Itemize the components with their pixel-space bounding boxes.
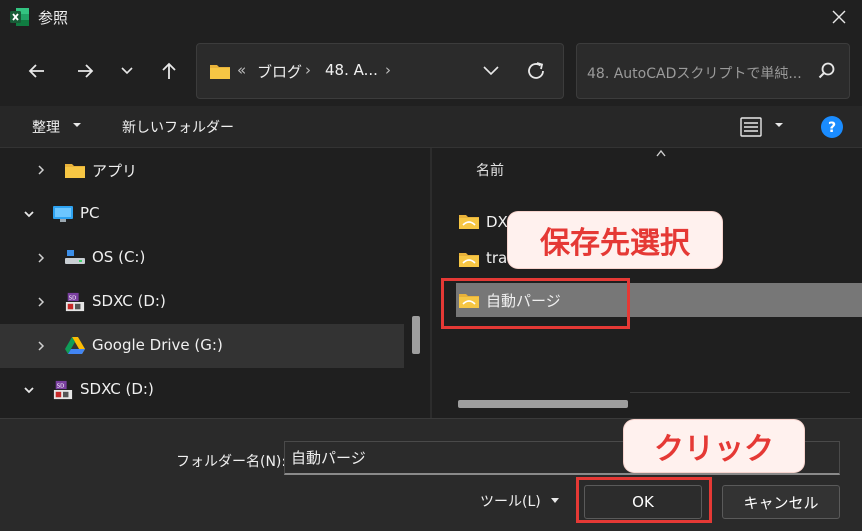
sidebar-item-sdxc-drive[interactable]: SD SDXC (D:) — [0, 280, 404, 324]
chevron-down-icon[interactable] — [479, 58, 503, 82]
search-box[interactable]: 48. AutoCADスクリプトで単純... — [576, 43, 850, 99]
ok-button[interactable]: OK — [584, 485, 702, 519]
folder-icon — [459, 253, 479, 267]
close-button[interactable] — [826, 4, 852, 30]
sort-ascending-icon — [656, 149, 666, 157]
address-segment-folder[interactable]: 48. A... — [325, 61, 378, 79]
chevron-down-icon[interactable] — [22, 383, 36, 397]
excel-icon — [10, 8, 29, 26]
navigation-bar: « ブログ › 48. A... › 48. AutoCADスクリプトで単純..… — [0, 34, 862, 106]
arrow-right-icon — [78, 64, 94, 78]
new-folder-button[interactable]: 新しいフォルダー — [122, 117, 234, 137]
file-list-pane[interactable]: 名前 DXF変換 tra 自動パージ — [432, 148, 862, 418]
chevron-right-icon[interactable] — [34, 339, 48, 353]
sidebar-item-google-drive[interactable]: Google Drive (G:) — [0, 324, 404, 368]
search-input[interactable]: 48. AutoCADスクリプトで単純... — [587, 63, 802, 83]
sd-card-icon: SD — [65, 292, 85, 312]
command-bar: 整理 新しいフォルダー ? — [0, 106, 862, 148]
sidebar-item-sdxc-drive[interactable]: SD SDXC (D:) — [0, 368, 404, 412]
view-list-icon[interactable] — [740, 116, 764, 138]
folder-icon — [210, 65, 230, 79]
sidebar-item-label: Google Drive (G:) — [92, 336, 223, 354]
svg-text:SD: SD — [69, 295, 77, 301]
forward-button[interactable] — [70, 56, 100, 86]
chevron-down-icon — [121, 67, 133, 75]
sidebar-item-label: SDXC (D:) — [92, 292, 166, 310]
back-button[interactable] — [22, 56, 52, 86]
google-drive-icon — [65, 337, 85, 354]
caret-down-icon[interactable] — [774, 120, 784, 130]
annotation-select-destination: 保存先選択 — [508, 212, 722, 268]
chevron-right-icon[interactable] — [34, 295, 48, 309]
file-name: 自動パージ — [486, 292, 561, 310]
folder-icon — [459, 294, 479, 308]
address-separator[interactable]: › — [385, 61, 391, 79]
title-bar: 参照 — [0, 0, 862, 34]
svg-text:?: ? — [828, 120, 836, 136]
caret-down-icon — [73, 123, 81, 127]
search-icon — [818, 62, 835, 79]
address-separator[interactable]: › — [305, 61, 311, 79]
column-header-name[interactable]: 名前 — [476, 160, 504, 180]
svg-text:SD: SD — [57, 383, 65, 389]
organize-button[interactable]: 整理 — [32, 117, 60, 137]
pc-icon — [53, 206, 73, 222]
sd-card-icon: SD — [53, 380, 73, 400]
sidebar-item-os-drive[interactable]: OS (C:) — [0, 236, 404, 280]
chevron-down-icon[interactable] — [22, 207, 36, 221]
file-name: tra — [486, 249, 508, 267]
tools-button[interactable]: ツール(L) — [480, 491, 541, 511]
chevron-right-icon[interactable] — [34, 251, 48, 265]
sidebar-item-label: アプリ — [92, 162, 138, 180]
folder-name-label: フォルダー名(N): — [176, 454, 287, 470]
horizontal-scrollbar[interactable] — [458, 400, 628, 408]
sidebar-item-label: SDXC (D:) — [80, 380, 154, 398]
up-button[interactable] — [154, 56, 184, 86]
caret-down-icon[interactable] — [550, 497, 560, 505]
folder-icon — [459, 215, 479, 229]
sidebar-item-pc[interactable]: PC — [0, 192, 404, 236]
annotation-click: クリック — [624, 420, 804, 472]
arrow-up-icon — [162, 62, 176, 79]
file-list-item-selected[interactable]: 自動パージ — [456, 283, 862, 317]
sidebar-item-label: OS (C:) — [92, 248, 146, 266]
address-segment-blog[interactable]: ブログ — [257, 61, 302, 82]
cancel-button[interactable]: キャンセル — [722, 485, 840, 519]
address-bar[interactable]: « ブログ › 48. A... › — [196, 43, 564, 99]
help-icon[interactable]: ? — [820, 115, 844, 139]
navigation-scrollbar[interactable] — [412, 316, 420, 354]
address-overflow[interactable]: « — [237, 61, 246, 79]
close-icon — [832, 10, 846, 24]
chevron-right-icon[interactable] — [34, 163, 48, 177]
sidebar-item-apps[interactable]: アプリ — [0, 148, 404, 192]
recent-locations-button[interactable] — [112, 56, 142, 86]
divider — [630, 392, 850, 393]
sidebar-item-label: PC — [80, 204, 100, 222]
folder-icon — [65, 164, 85, 178]
file-dialog-window: 参照 « ブログ › 48. A... › 48. AutoCADスクリプトで単… — [0, 0, 862, 531]
window-title: 参照 — [38, 9, 69, 27]
navigation-pane[interactable]: アプリ PC OS (C:) SD SDXC (D:) Google Drive… — [0, 148, 430, 418]
arrow-left-icon — [28, 64, 44, 78]
drive-icon — [65, 250, 85, 264]
refresh-icon[interactable] — [523, 58, 549, 84]
